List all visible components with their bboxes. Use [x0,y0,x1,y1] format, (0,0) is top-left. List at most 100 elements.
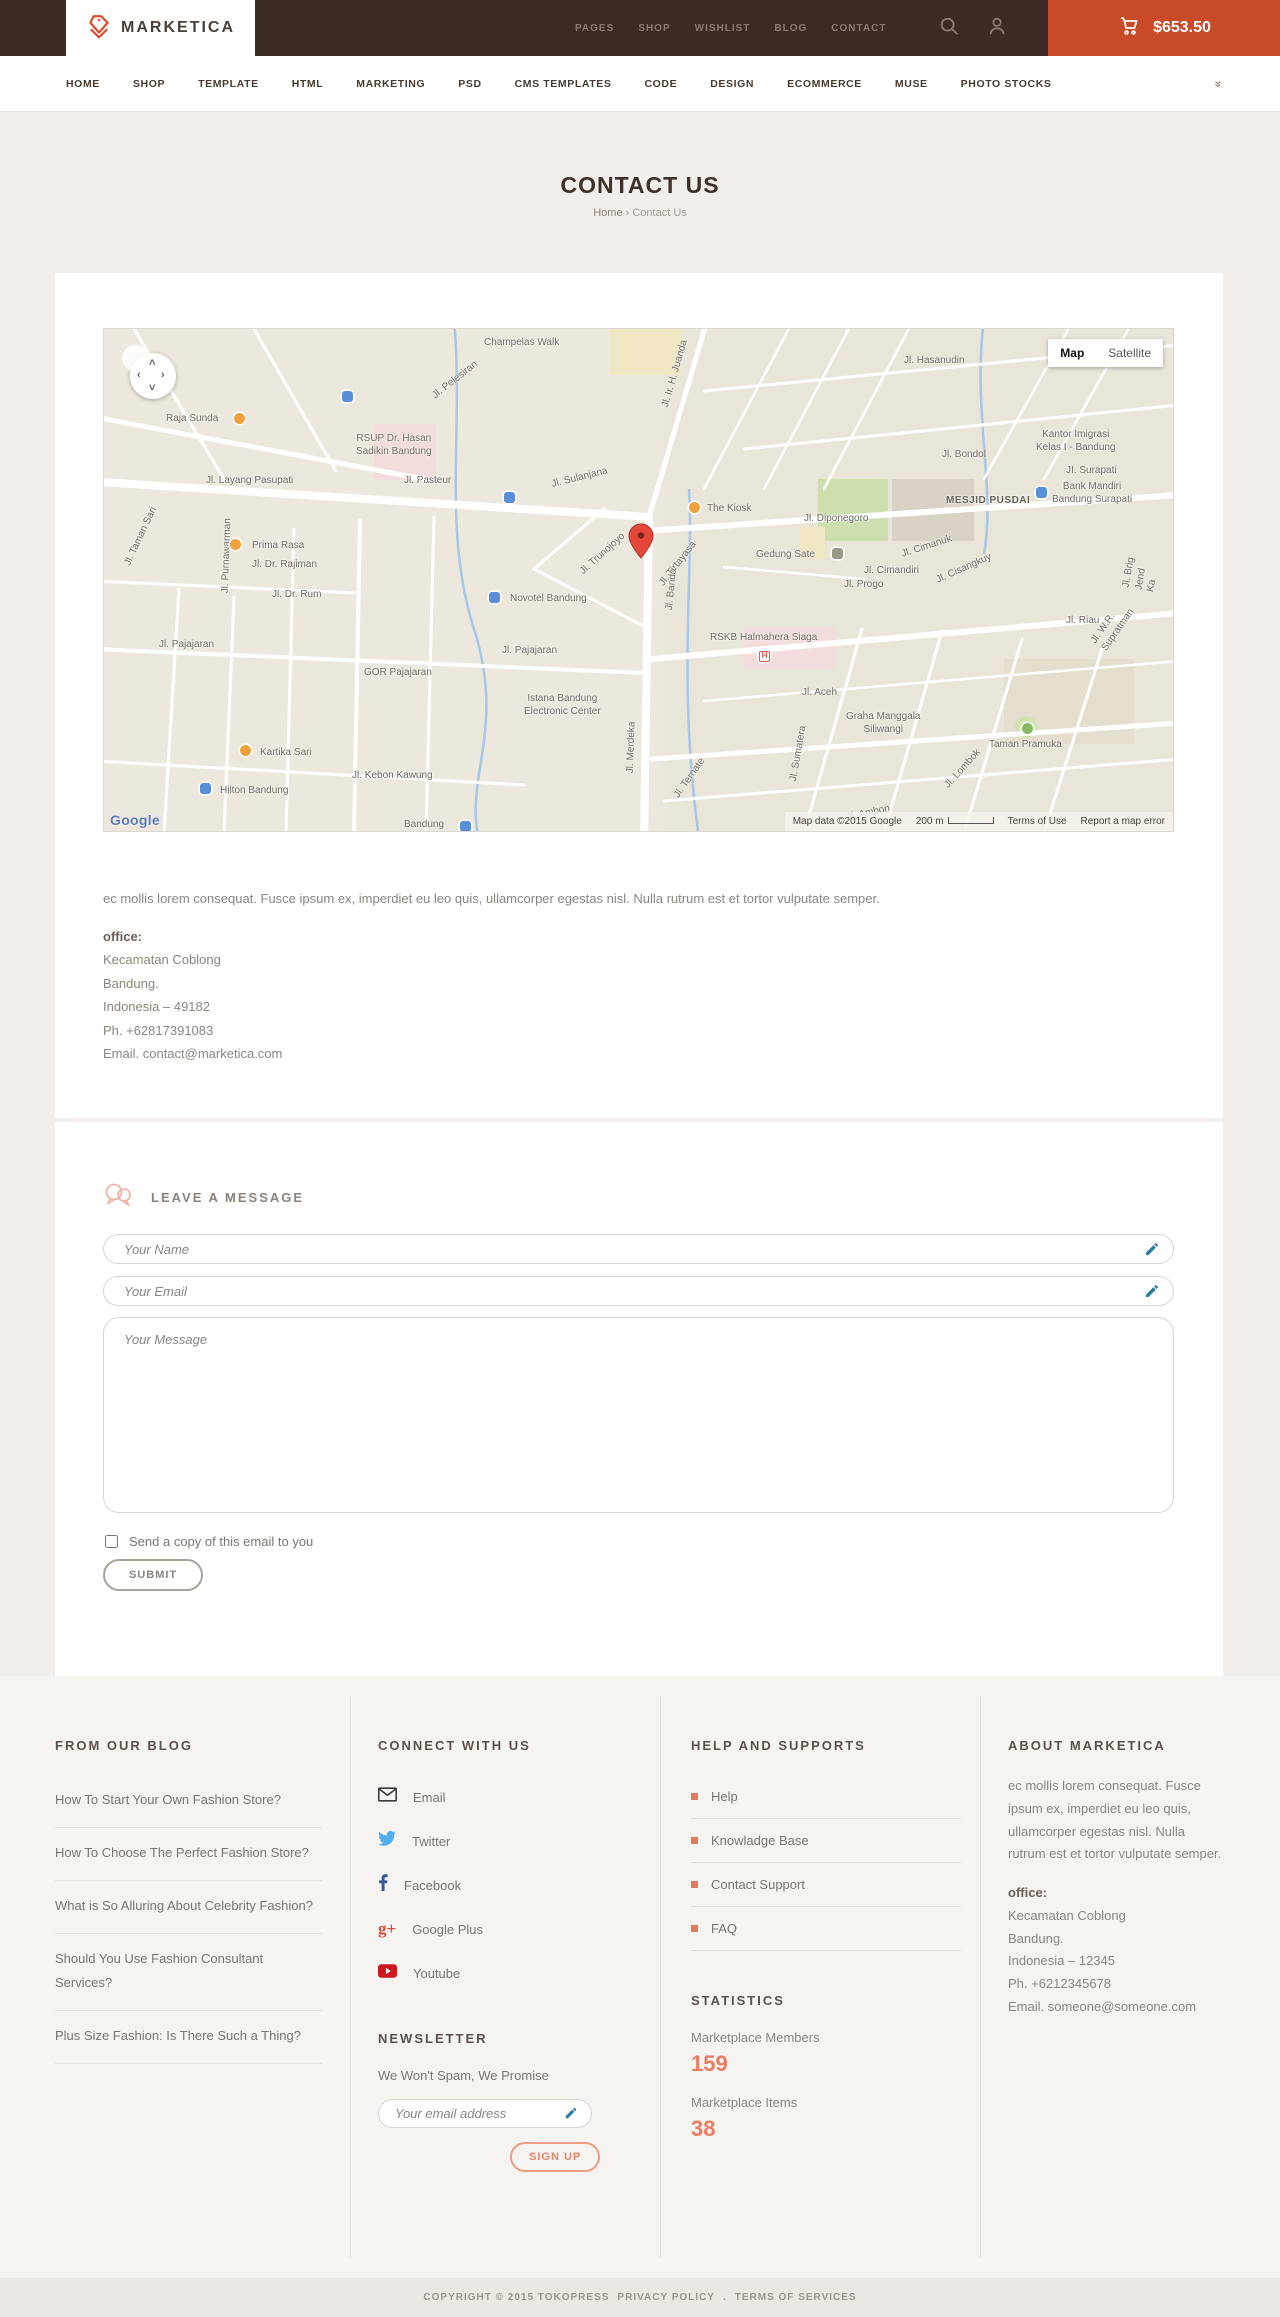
pan-up-icon[interactable]: ˄ [149,357,155,369]
main-nav-link[interactable]: TEMPLATE [198,78,259,90]
form-heading: LEAVE A MESSAGE [151,1190,305,1205]
map-marker-icon[interactable] [628,523,654,559]
satellite-view-button[interactable]: Satellite [1096,339,1163,367]
top-nav-link[interactable]: SHOP [638,23,670,34]
map-view-button[interactable]: Map [1048,339,1097,367]
map-label: Jl. Brig Jend Ka [1120,556,1159,593]
message-textarea[interactable] [103,1317,1174,1513]
blog-post-link[interactable]: Plus Size Fashion: Is There Such a Thing… [55,2011,322,2065]
map-label: Prima Rasa [252,540,305,551]
help-link[interactable]: Knowladge Base [691,1819,961,1863]
connect-facebook-link[interactable]: Facebook [378,1863,642,1907]
contact-page: MARKETICA PAGES SHOP WISHLIST BLOG CONTACT [0,0,1280,2317]
map-label: Jl. Bondol [942,449,986,460]
main-nav-link[interactable]: MARKETING [356,78,425,90]
main-nav-link[interactable]: CMS TEMPLATES [515,78,612,90]
top-header: MARKETICA PAGES SHOP WISHLIST BLOG CONTACT [0,0,1280,56]
blog-post-link[interactable]: How To Start Your Own Fashion Store? [55,1775,322,1829]
top-nav-link[interactable]: BLOG [774,23,807,34]
blog-post-link[interactable]: What is So Alluring About Celebrity Fash… [55,1881,322,1935]
chat-bubbles-icon [103,1182,133,1213]
breadcrumb: Home › Contact Us [0,207,1280,219]
top-nav-link[interactable]: PAGES [575,23,614,34]
map-label: Kantor Imigrasi Kelas I - Bandung [1036,429,1116,453]
square-bullet-icon [691,1881,698,1888]
statistic-label: Marketplace Members [691,2030,820,2045]
help-link[interactable]: Contact Support [691,1863,961,1907]
blog-post-link[interactable]: How To Choose The Perfect Fashion Store? [55,1828,322,1882]
map-label: The Kiosk [707,503,752,514]
name-field-wrap [103,1234,1174,1264]
pan-right-icon[interactable]: › [161,369,165,381]
google-map[interactable]: Champelas Walk Jl. Hasanudin Jl. Pelesiran… [103,328,1174,832]
office-label: office: [103,929,142,944]
footer-divider [660,1696,661,2258]
name-input[interactable] [103,1234,1174,1264]
copyright-text: COPYRIGHT © 2015 TOKOPRESS [423,2292,610,2303]
newsletter-heading: NEWSLETTER [378,2031,488,2046]
square-bullet-icon [691,1925,698,1932]
pan-left-icon[interactable]: ‹ [137,369,141,381]
main-nav-link[interactable]: MUSE [895,78,928,90]
signup-button[interactable]: SIGN UP [510,2142,601,2172]
landmark-poi-icon [832,548,843,559]
map-label: Champelas Walk [484,337,560,348]
submit-button[interactable]: SUBMIT [103,1559,204,1591]
main-nav-link[interactable]: HTML [292,78,324,90]
tag-logo-icon [86,13,112,44]
google-logo: Google [110,812,161,828]
main-nav-link[interactable]: PSD [458,78,481,90]
privacy-policy-link[interactable]: PRIVACY POLICY [617,2292,715,2303]
square-bullet-icon [691,1793,698,1800]
main-nav-link[interactable]: ECOMMERCE [787,78,862,90]
terms-of-services-link[interactable]: TERMS OF SERVICES [735,2292,857,2303]
about-office-block: office: Kecamatan Coblong Bandung. Indones… [1008,1882,1223,2019]
top-nav-link[interactable]: WISHLIST [695,23,751,34]
map-data-credit: Map data ©2015 Google [792,816,902,827]
help-link[interactable]: Help [691,1775,961,1819]
breadcrumb-current: Contact Us [632,207,687,219]
office-address-block: office: Kecamatan Coblong Bandung. Indones… [103,925,282,1065]
account-icon[interactable] [986,15,1008,42]
search-icon[interactable] [938,15,960,42]
map-address-card: Champelas Walk Jl. Hasanudin Jl. Pelesiran… [55,273,1223,1118]
email-input[interactable] [103,1276,1174,1306]
send-copy-checkbox[interactable] [105,1535,118,1548]
main-nav-link[interactable]: PHOTO STOCKS [961,78,1052,90]
email-icon [378,1787,397,1807]
address-line: Kecamatan Coblong [103,952,221,968]
blog-heading: FROM OUR BLOG [55,1738,193,1753]
main-nav-link[interactable]: DESIGN [710,78,754,90]
hotel-poi-icon [342,391,353,402]
statistic-label: Marketplace Items [691,2095,798,2110]
brand-name: MARKETICA [121,19,235,36]
chevron-down-icon[interactable]: » [1212,80,1226,87]
pen-icon [1144,1241,1160,1257]
help-link[interactable]: FAQ [691,1907,961,1951]
statistics-block: STATISTICS Marketplace Members 159 Marke… [691,1993,961,2142]
google-plus-icon: g+ [378,1919,397,1938]
main-nav-link[interactable]: HOME [66,78,100,90]
main-nav-link[interactable]: CODE [644,78,677,90]
address-line: Bandung. [1008,1930,1064,1946]
message-form-card: LEAVE A MESSAGE Send a copy of this emai… [55,1122,1223,1676]
breadcrumb-home-link[interactable]: Home [593,207,622,219]
connect-twitter-link[interactable]: Twitter [378,1819,642,1863]
pan-down-icon[interactable]: ˅ [149,382,155,394]
cart-button[interactable]: $653.50 [1048,0,1280,56]
connect-googleplus-link[interactable]: g+ Google Plus [378,1907,642,1951]
main-nav-link[interactable]: SHOP [133,78,165,90]
header-icons [938,0,1008,56]
terms-of-use-link[interactable]: Terms of Use [1008,816,1067,827]
page-title: CONTACT US [560,172,720,198]
map-pan-control[interactable]: ˄ ˅ ‹ › [122,345,176,399]
top-nav-link[interactable]: CONTACT [831,23,886,34]
connect-email-link[interactable]: Email [378,1775,642,1819]
blog-post-link[interactable]: Should You Use Fashion Consultant Servic… [55,1934,322,2012]
newsletter-email-input[interactable] [378,2099,592,2128]
report-map-error-link[interactable]: Report a map error [1081,816,1165,827]
brand-logo[interactable]: MARKETICA [66,0,255,56]
map-label: Jl. Dr. Rum [272,589,322,600]
statistic-item: Marketplace Items 38 [691,2095,961,2142]
connect-youtube-link[interactable]: Youtube [378,1951,642,1995]
